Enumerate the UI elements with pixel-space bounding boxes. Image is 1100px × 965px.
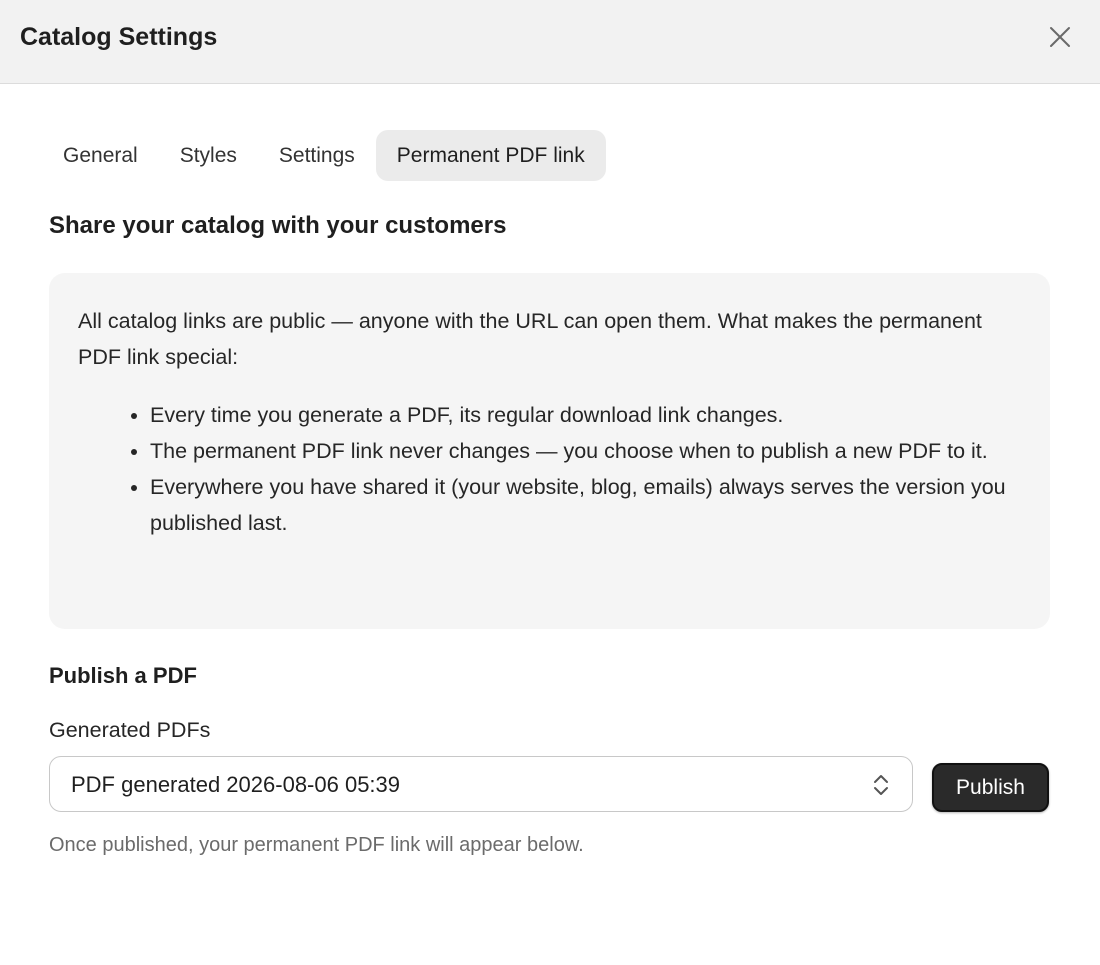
close-icon	[1050, 27, 1070, 47]
settings-tabs: General Styles Settings Permanent PDF li…	[42, 130, 606, 181]
publish-button[interactable]: Publish	[932, 763, 1049, 812]
close-button[interactable]	[1044, 21, 1076, 53]
list-item: The permanent PDF link never changes — y…	[150, 433, 1021, 469]
selected-pdf-value: PDF generated 2026-08-06 05:39	[71, 772, 401, 797]
up-down-chevron-icon	[874, 775, 888, 795]
info-intro: All catalog links are public — anyone wi…	[78, 309, 982, 369]
tab-styles[interactable]: Styles	[159, 130, 258, 181]
modal-header: Catalog Settings	[0, 0, 1100, 84]
tab-general[interactable]: General	[42, 130, 159, 181]
generated-pdfs-label: Generated PDFs	[49, 718, 211, 742]
tab-permanent-pdf-link[interactable]: Permanent PDF link	[375, 130, 606, 181]
publish-heading: Publish a PDF	[49, 663, 197, 688]
tab-settings[interactable]: Settings	[258, 130, 376, 181]
helper-text: Once published, your permanent PDF link …	[49, 834, 584, 856]
info-bullet-list: Every time you generate a PDF, its regul…	[78, 397, 1021, 541]
modal-title: Catalog Settings	[20, 23, 218, 51]
list-item: Everywhere you have shared it (your webs…	[150, 469, 1021, 541]
list-item: Every time you generate a PDF, its regul…	[150, 397, 1021, 433]
info-box: All catalog links are public — anyone wi…	[49, 273, 1050, 629]
share-section-title: Share your catalog with your customers	[49, 212, 507, 239]
generated-pdfs-select[interactable]: PDF generated 2026-08-06 05:39	[49, 756, 913, 812]
